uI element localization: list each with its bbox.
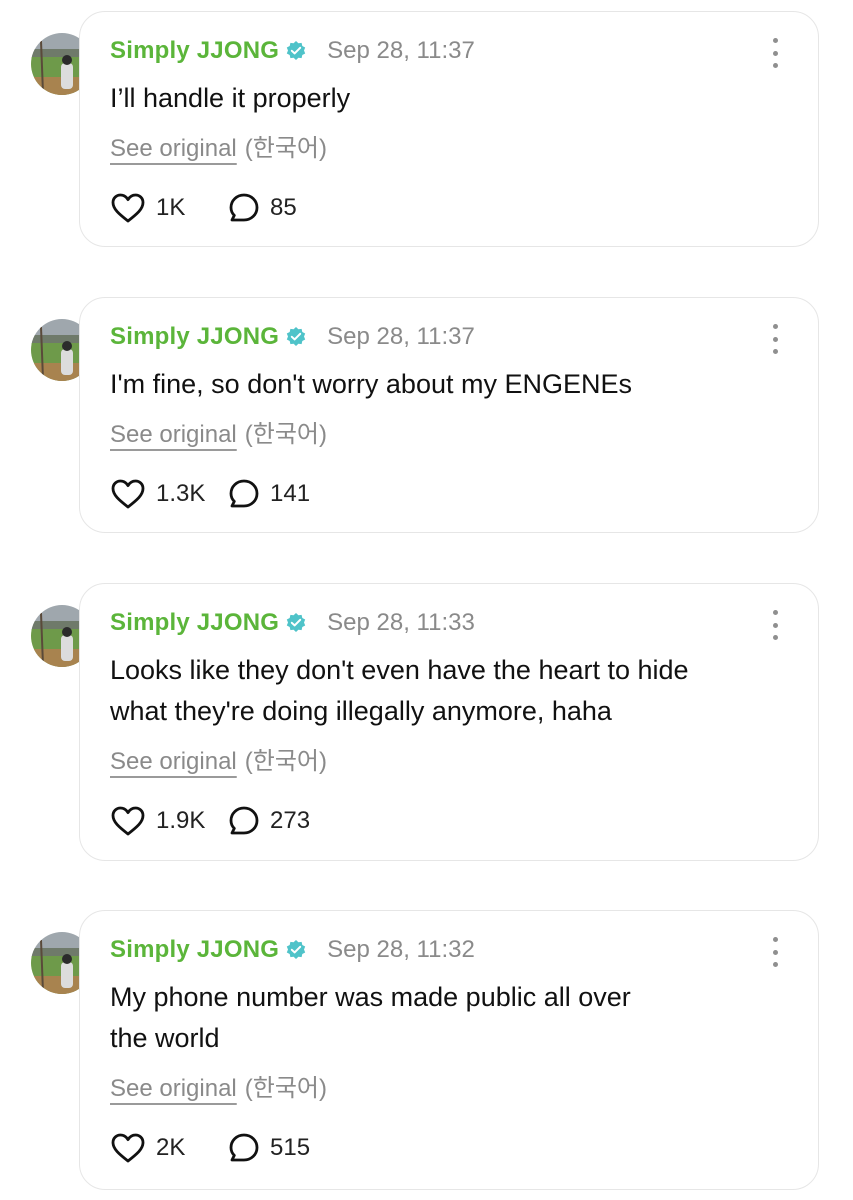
verified-badge-icon (285, 326, 307, 348)
more-vertical-icon[interactable] (763, 610, 787, 640)
verified-badge-icon (285, 40, 307, 62)
reply-count: 273 (270, 807, 311, 834)
post-text: I’ll handle it properly (110, 83, 351, 113)
speech-bubble-icon (228, 192, 260, 224)
see-original-link[interactable]: See original (110, 748, 237, 775)
verified-badge-icon (285, 612, 307, 634)
translation-info: See original (한국어) (110, 1068, 327, 1103)
like-button[interactable]: 2K (110, 1132, 228, 1164)
like-button[interactable]: 1.3K (110, 478, 228, 510)
translation-info: See original (한국어) (110, 741, 327, 776)
post-timestamp: Sep 28, 11:37 (327, 37, 475, 64)
post: Simply JJONG Sep 28, 11:33 Looks like th… (0, 583, 853, 861)
post-text: Looks like they don't even have the hear… (110, 655, 689, 726)
author-name[interactable]: Simply JJONG (110, 936, 279, 964)
more-vertical-icon[interactable] (763, 937, 787, 967)
post-timestamp: Sep 28, 11:32 (327, 936, 475, 963)
like-count: 2K (156, 1134, 186, 1161)
post: Simply JJONG Sep 28, 11:32 My phone numb… (0, 910, 853, 1190)
like-button[interactable]: 1K (110, 192, 228, 224)
post-header: Simply JJONG Sep 28, 11:37 (110, 322, 475, 352)
like-count: 1K (156, 194, 186, 221)
post-card[interactable]: Simply JJONG Sep 28, 11:33 Looks like th… (79, 583, 819, 861)
post-actions: 2K 515 (110, 1131, 310, 1165)
original-language: (한국어) (244, 748, 327, 775)
verified-badge-icon (285, 939, 307, 961)
author-name[interactable]: Simply JJONG (110, 609, 279, 637)
post-actions: 1K 85 (110, 191, 297, 225)
post-timestamp: Sep 28, 11:33 (327, 609, 475, 636)
author-name[interactable]: Simply JJONG (110, 37, 279, 65)
post-header: Simply JJONG Sep 28, 11:37 (110, 36, 475, 66)
reply-button[interactable]: 273 (228, 805, 310, 837)
post: Simply JJONG Sep 28, 11:37 I’ll handle i… (0, 11, 853, 251)
post: Simply JJONG Sep 28, 11:37 I'm fine, so … (0, 297, 853, 537)
speech-bubble-icon (228, 805, 260, 837)
translation-info: See original (한국어) (110, 128, 327, 163)
reply-count: 85 (270, 194, 297, 221)
original-language: (한국어) (244, 1075, 327, 1102)
post-card[interactable]: Simply JJONG Sep 28, 11:32 My phone numb… (79, 910, 819, 1190)
heart-icon (110, 478, 146, 510)
post-timestamp: Sep 28, 11:37 (327, 323, 475, 350)
heart-icon (110, 805, 146, 837)
post-header: Simply JJONG Sep 28, 11:33 (110, 608, 475, 638)
speech-bubble-icon (228, 478, 260, 510)
like-count: 1.9K (156, 807, 206, 834)
post-actions: 1.9K 273 (110, 804, 310, 838)
post-card[interactable]: Simply JJONG Sep 28, 11:37 I'm fine, so … (79, 297, 819, 533)
reply-button[interactable]: 515 (228, 1132, 310, 1164)
reply-button[interactable]: 85 (228, 192, 297, 224)
reply-count: 515 (270, 1134, 311, 1161)
post-text: My phone number was made public all over… (110, 982, 631, 1053)
like-count: 1.3K (156, 480, 206, 507)
original-language: (한국어) (244, 135, 327, 162)
post-header: Simply JJONG Sep 28, 11:32 (110, 935, 475, 965)
post-actions: 1.3K 141 (110, 477, 310, 511)
heart-icon (110, 1132, 146, 1164)
see-original-link[interactable]: See original (110, 421, 237, 448)
original-language: (한국어) (244, 421, 327, 448)
reply-button[interactable]: 141 (228, 478, 310, 510)
more-vertical-icon[interactable] (763, 38, 787, 68)
post-text: I'm fine, so don't worry about my ENGENE… (110, 369, 632, 399)
heart-icon (110, 192, 146, 224)
more-vertical-icon[interactable] (763, 324, 787, 354)
like-button[interactable]: 1.9K (110, 805, 228, 837)
speech-bubble-icon (228, 1132, 260, 1164)
author-name[interactable]: Simply JJONG (110, 323, 279, 351)
post-card[interactable]: Simply JJONG Sep 28, 11:37 I’ll handle i… (79, 11, 819, 247)
translation-info: See original (한국어) (110, 414, 327, 449)
see-original-link[interactable]: See original (110, 135, 237, 162)
reply-count: 141 (270, 480, 311, 507)
see-original-link[interactable]: See original (110, 1075, 237, 1102)
